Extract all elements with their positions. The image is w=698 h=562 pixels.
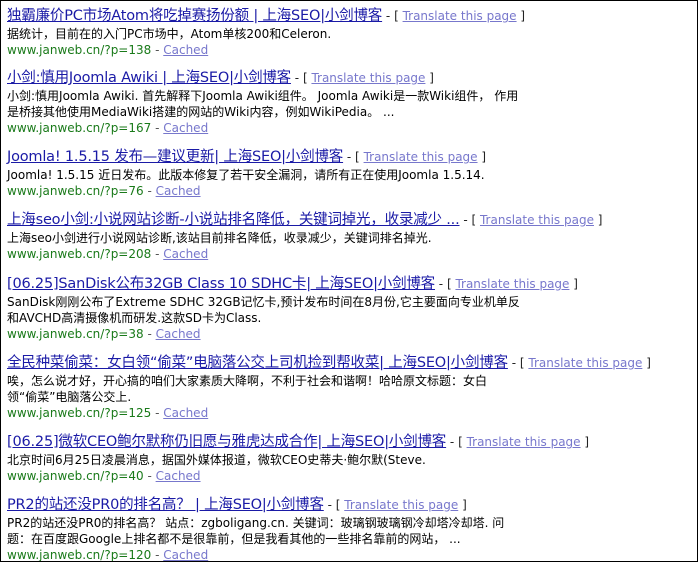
separator-dash: -: [290, 71, 303, 85]
result-title-link[interactable]: PR2的站还没PR0的排名高？ | 上海SEO|小剑博客: [7, 497, 324, 513]
result-snippet-line: 北京时间6月25日凌晨消息，据国外媒体报道，微软CEO史蒂夫·鲍尔默(Steve…: [7, 453, 426, 467]
separator-dash: -: [151, 121, 164, 135]
separator-dash: -: [446, 435, 459, 449]
translate-link[interactable]: Translate this page: [344, 498, 458, 512]
separator-dash: -: [151, 247, 164, 261]
separator-dash: -: [143, 184, 156, 198]
result-snippet-line: 领“偷菜”电脑落公交上.: [7, 390, 132, 404]
separator-dash: -: [151, 548, 164, 562]
separator-dash: -: [143, 327, 156, 341]
separator-dash: -: [143, 469, 156, 483]
result-snippet-line: 题：在百度跟Google上排名都不是很靠前，但是我看其他的一些排名靠前的网站， …: [7, 532, 461, 546]
result-url: www.janweb.cn/?p=167: [7, 121, 152, 135]
result-snippet-line: SanDisk刚刚公布了Extreme SDHC 32GB记忆卡,预计发布时间在…: [7, 295, 520, 309]
translate-link[interactable]: Translate this page: [528, 356, 642, 370]
cached-link[interactable]: Cached: [163, 406, 208, 420]
separator-dash: -: [382, 9, 395, 23]
search-result: PR2的站还没PR0的排名高？ | 上海SEO|小剑博客 - [ Transla…: [7, 495, 693, 562]
result-snippet-line: Joomla! 1.5.15 近日发布。此版本修复了若干安全漏洞，请所有正在使用…: [7, 168, 485, 182]
separator-dash: -: [459, 213, 472, 227]
bracket-open: [: [355, 150, 360, 164]
cached-link[interactable]: Cached: [156, 327, 201, 341]
result-url: www.janweb.cn/?p=76: [7, 184, 144, 198]
result-snippet-line: 和AVCHD高清摄像机而研发.这款SD卡为Class.: [7, 311, 262, 325]
result-snippet-line: 唉，怎么说才好，开心搞的咱们大家素质大降啊，不利于社会和谐啊！哈哈原文标题：女白: [7, 374, 488, 388]
cached-link[interactable]: Cached: [156, 184, 201, 198]
search-result: 小剑:慎用Joomla Awiki | 上海SEO|小剑博客 - [ Trans…: [7, 68, 693, 136]
translate-link[interactable]: Translate this page: [455, 277, 569, 291]
result-url: www.janweb.cn/?p=125: [7, 406, 152, 420]
separator-dash: -: [151, 43, 164, 57]
result-title-link[interactable]: 小剑:慎用Joomla Awiki | 上海SEO|小剑博客: [7, 70, 291, 86]
cached-link[interactable]: Cached: [163, 247, 208, 261]
bracket-close: ]: [520, 9, 526, 23]
separator-dash: -: [507, 356, 520, 370]
translate-link[interactable]: Translate this page: [311, 71, 425, 85]
bracket-close: ]: [429, 71, 434, 85]
bracket-open: [: [302, 71, 308, 85]
result-title-link[interactable]: [06.25]微软CEO鲍尔默称仍旧愿与雅虎达成合作| 上海SEO|小剑博客: [7, 434, 446, 450]
result-snippet-line: 据统计，目前在的入门PC市场中，Atom单核200和Celeron.: [7, 27, 332, 41]
separator-dash: -: [323, 498, 336, 512]
cached-link[interactable]: Cached: [163, 121, 208, 135]
bracket-open: [: [446, 277, 452, 291]
result-url: www.janweb.cn/?p=38: [7, 327, 144, 341]
bracket-open: [: [519, 356, 525, 370]
translate-link[interactable]: Translate this page: [480, 213, 594, 227]
result-title-link[interactable]: 独霸廉价PC市场Atom将吃掉赛扬份额 | 上海SEO|小剑博客: [7, 8, 382, 24]
cached-link[interactable]: Cached: [163, 548, 208, 561]
search-result: 全民种菜偷菜：女白领“偷菜”电脑落公交上司机捡到帮收菜| 上海SEO|小剑博客 …: [7, 353, 693, 421]
separator-dash: -: [343, 150, 356, 164]
result-snippet-line: 上海seo小剑进行小说网站诊断,该站目前排名降低，收录减少，关键词排名掉光.: [7, 231, 432, 245]
cached-link[interactable]: Cached: [156, 469, 201, 483]
result-url: www.janweb.cn/?p=40: [7, 469, 144, 483]
bracket-close: ]: [646, 356, 651, 370]
result-snippet-line: 小剑:慎用Joomla Awiki. 首先解释下Joomla Awiki组件。 …: [7, 89, 519, 103]
translate-link[interactable]: Translate this page: [467, 435, 581, 449]
bracket-open: [: [458, 435, 463, 449]
cached-link[interactable]: Cached: [163, 43, 208, 57]
result-url: www.janweb.cn/?p=120: [7, 548, 152, 562]
search-results-panel: 独霸廉价PC市场Atom将吃掉赛扬份额 | 上海SEO|小剑博客 - [ Tra…: [0, 0, 698, 562]
bracket-close: ]: [573, 277, 578, 291]
bracket-open: [: [394, 9, 399, 23]
bracket-open: [: [471, 213, 477, 227]
bracket-close: ]: [584, 435, 590, 449]
result-url: www.janweb.cn/?p=208: [7, 247, 152, 261]
result-snippet-line: 是桥接其他使用MediaWiki搭建的网站的Wiki内容，例如WikiPedia…: [7, 105, 395, 119]
result-title-link[interactable]: 全民种菜偷菜：女白领“偷菜”电脑落公交上司机捡到帮收菜| 上海SEO|小剑博客: [7, 355, 508, 371]
translate-link[interactable]: Translate this page: [403, 9, 517, 23]
search-result: [06.25]SanDisk公布32GB Class 10 SDHC卡| 上海S…: [7, 274, 693, 342]
result-url: www.janweb.cn/?p=138: [7, 43, 152, 57]
result-title-link[interactable]: [06.25]SanDisk公布32GB Class 10 SDHC卡| 上海S…: [7, 276, 435, 292]
result-snippet-line: PR2的站还没PR0的排名高？ 站点：zgboligang.cn. 关键词：玻璃…: [7, 516, 505, 530]
translate-link[interactable]: Translate this page: [364, 150, 478, 164]
bracket-close: ]: [462, 498, 467, 512]
separator-dash: -: [434, 277, 447, 291]
bracket-open: [: [335, 498, 341, 512]
bracket-close: ]: [597, 213, 603, 227]
result-title-link[interactable]: 上海seo小剑:小说网站诊断-小说站排名降低，关键词掉光，收录减少 ...: [7, 212, 460, 228]
result-title-link[interactable]: Joomla! 1.5.15 发布—建议更新| 上海SEO|小剑博客: [7, 149, 343, 165]
separator-dash: -: [151, 406, 164, 420]
bracket-close: ]: [481, 150, 487, 164]
search-result: 独霸廉价PC市场Atom将吃掉赛扬份额 | 上海SEO|小剑博客 - [ Tra…: [7, 6, 693, 58]
search-result: 上海seo小剑:小说网站诊断-小说站排名降低，关键词掉光，收录减少 ... - …: [7, 210, 693, 262]
search-result: Joomla! 1.5.15 发布—建议更新| 上海SEO|小剑博客 - [ T…: [7, 147, 693, 199]
search-result: [06.25]微软CEO鲍尔默称仍旧愿与雅虎达成合作| 上海SEO|小剑博客 -…: [7, 432, 693, 484]
